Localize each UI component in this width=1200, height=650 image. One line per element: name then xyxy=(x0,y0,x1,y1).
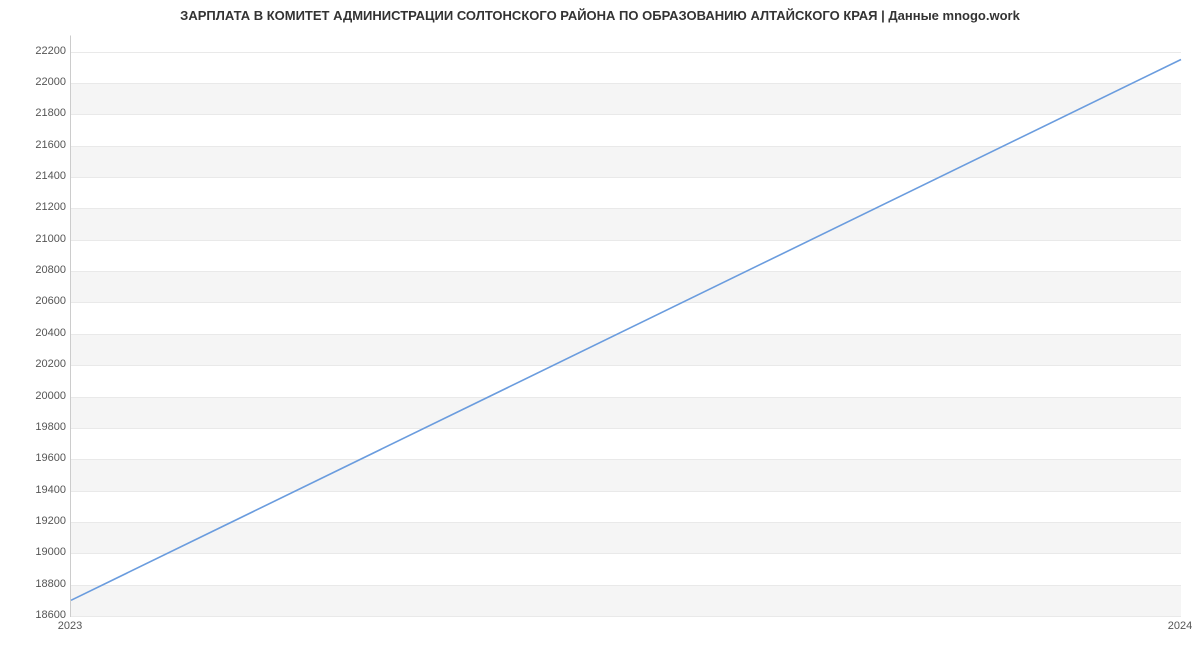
y-tick-label: 19600 xyxy=(6,452,66,464)
y-tick-label: 21800 xyxy=(6,107,66,119)
grid-line xyxy=(71,616,1181,617)
y-tick-label: 22200 xyxy=(6,45,66,57)
y-tick-label: 21200 xyxy=(6,201,66,213)
chart-title: ЗАРПЛАТА В КОМИТЕТ АДМИНИСТРАЦИИ СОЛТОНС… xyxy=(0,8,1200,23)
y-tick-label: 21400 xyxy=(6,170,66,182)
x-tick-label: 2023 xyxy=(58,620,82,632)
x-tick-label: 2024 xyxy=(1168,620,1192,632)
y-tick-label: 19200 xyxy=(6,515,66,527)
y-tick-label: 19800 xyxy=(6,421,66,433)
y-tick-label: 21000 xyxy=(6,233,66,245)
y-tick-label: 19000 xyxy=(6,546,66,558)
y-tick-label: 18800 xyxy=(6,578,66,590)
line-layer xyxy=(71,36,1181,616)
y-tick-label: 20800 xyxy=(6,264,66,276)
salary-chart: ЗАРПЛАТА В КОМИТЕТ АДМИНИСТРАЦИИ СОЛТОНС… xyxy=(0,0,1200,650)
y-tick-label: 20000 xyxy=(6,390,66,402)
y-tick-label: 21600 xyxy=(6,139,66,151)
y-tick-label: 20400 xyxy=(6,327,66,339)
plot-area xyxy=(70,35,1181,617)
y-tick-label: 19400 xyxy=(6,484,66,496)
y-tick-label: 20200 xyxy=(6,358,66,370)
y-tick-label: 20600 xyxy=(6,295,66,307)
y-tick-label: 22000 xyxy=(6,76,66,88)
data-line xyxy=(71,60,1181,601)
